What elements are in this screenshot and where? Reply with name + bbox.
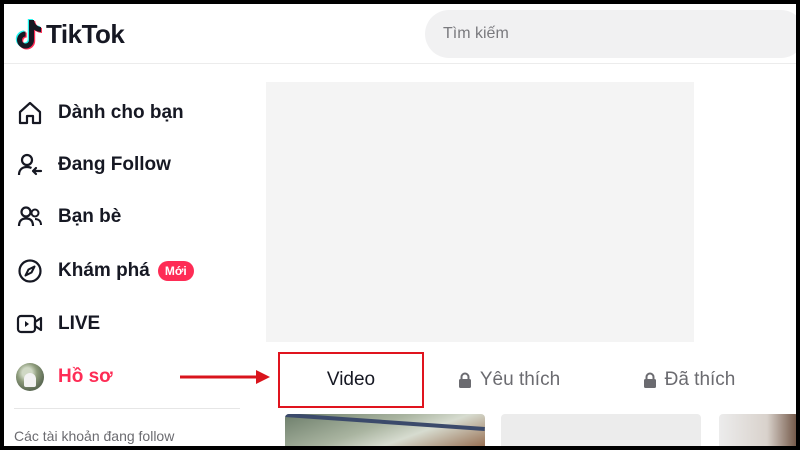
sidebar-item-live[interactable]: LIVE	[16, 307, 100, 341]
sidebar-item-profile[interactable]: Hồ sơ	[16, 360, 113, 394]
following-accounts-title: Các tài khoản đang follow	[14, 428, 175, 444]
tab-label: Video	[326, 369, 376, 390]
compass-icon	[16, 257, 44, 285]
user-follow-icon	[16, 151, 44, 179]
sidebar-item-label: Đang Follow	[58, 154, 171, 175]
tab-video[interactable]: Video	[278, 352, 424, 408]
video-thumbnail[interactable]	[719, 414, 796, 446]
avatar	[16, 363, 44, 391]
tab-label: Đã thích	[664, 369, 736, 390]
app-window: TikTok Dành cho bạn Đang Follow Bạn bè	[4, 4, 796, 446]
lock-icon	[643, 372, 656, 388]
sidebar-item-label: Khám phá	[58, 260, 150, 281]
tab-liked[interactable]: Đã thích	[624, 352, 754, 408]
lock-icon	[458, 372, 471, 388]
sidebar-item-friends[interactable]: Bạn bè	[16, 200, 121, 234]
sidebar: Dành cho bạn Đang Follow Bạn bè Khám phá…	[4, 64, 244, 446]
annotation-arrow-icon	[180, 370, 270, 384]
sidebar-divider	[14, 408, 240, 409]
tab-favorites[interactable]: Yêu thích	[444, 352, 574, 408]
video-thumbnail[interactable]	[285, 414, 485, 446]
sidebar-item-for-you[interactable]: Dành cho bạn	[16, 96, 184, 130]
avatar-wrapper	[16, 363, 44, 391]
sidebar-item-label: LIVE	[58, 313, 101, 334]
sidebar-item-label: Hồ sơ	[58, 366, 113, 387]
sidebar-item-label: Dành cho bạn	[58, 102, 184, 123]
tiktok-logo[interactable]: TikTok	[14, 16, 125, 52]
search-input[interactable]	[443, 25, 743, 43]
tiktok-note-icon	[15, 19, 42, 50]
search-bar[interactable]	[425, 10, 796, 58]
live-icon	[16, 310, 44, 338]
sidebar-item-following[interactable]: Đang Follow	[16, 148, 171, 182]
home-icon	[16, 99, 44, 127]
logo-text: TikTok	[46, 18, 125, 49]
sidebar-item-label: Bạn bè	[58, 206, 122, 227]
video-thumbnail[interactable]	[501, 414, 701, 446]
profile-header-placeholder	[266, 82, 694, 342]
top-header: TikTok	[4, 4, 796, 64]
friends-icon	[16, 203, 44, 231]
sidebar-item-explore[interactable]: Khám phá Mới	[16, 254, 194, 288]
tab-label: Yêu thích	[479, 369, 561, 390]
new-badge: Mới	[157, 261, 194, 281]
